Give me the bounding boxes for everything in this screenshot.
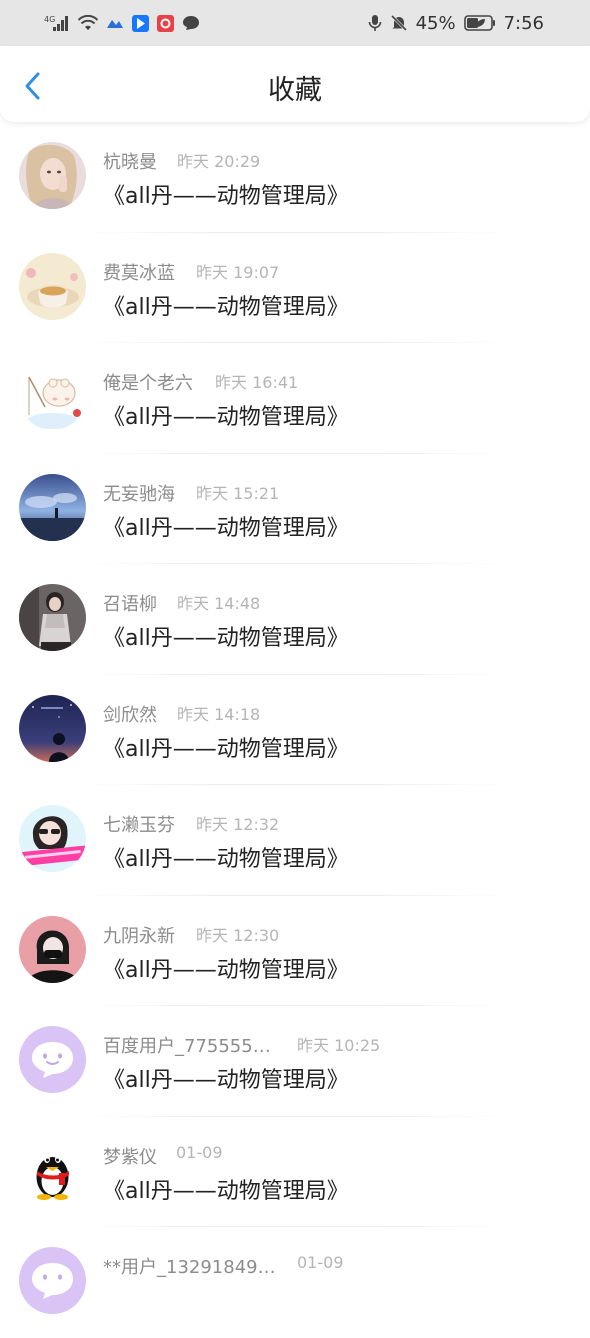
navigation-app-icon [132, 14, 149, 32]
favorite-item[interactable]: 九阴永新 昨天 12:30 《all丹——动物管理局》 [0, 896, 590, 1006]
avatar[interactable] [19, 142, 86, 209]
favorite-title[interactable]: 《all丹——动物管理局》 [103, 731, 349, 763]
timestamp: 昨天 14:48 [177, 594, 261, 613]
avatar[interactable] [19, 694, 86, 762]
favorite-title[interactable]: 《all丹——动物管理局》 [103, 1173, 349, 1205]
user-name[interactable]: 费莫冰蓝 [103, 259, 175, 285]
user-name[interactable]: 剑欣然 [103, 701, 157, 727]
avatar[interactable] [19, 252, 86, 320]
user-name[interactable]: 七濑玉芬 [103, 811, 175, 837]
favorite-item[interactable]: 无妄驰海 昨天 15:21 《all丹——动物管理局》 [0, 454, 590, 564]
chat-bubble-icon [182, 15, 200, 31]
favorite-item[interactable]: 杭晓曼 昨天 20:29 《all丹——动物管理局》 [0, 122, 590, 233]
battery-icon [463, 14, 496, 32]
favorites-list: 杭晓曼 昨天 20:29 《all丹——动物管理局》 费莫冰蓝 昨天 19:07… [0, 122, 590, 1338]
favorite-item[interactable]: **用户_13291849… 01-09 [0, 1227, 590, 1338]
user-name[interactable]: 召语柳 [103, 590, 157, 616]
favorite-item[interactable]: 召语柳 昨天 14:48 《all丹——动物管理局》 [0, 564, 590, 675]
user-name[interactable]: 梦紫仪 [103, 1143, 157, 1169]
timestamp: 昨天 15:21 [196, 483, 280, 503]
user-name[interactable]: 无妄驰海 [103, 480, 175, 506]
avatar[interactable] [19, 1026, 86, 1093]
timestamp: 昨天 14:18 [177, 704, 261, 724]
avatar[interactable] [19, 805, 86, 872]
timestamp: 昨天 10:25 [297, 1036, 381, 1055]
user-name[interactable]: 俺是个老六 [103, 369, 193, 395]
header-bar: 收藏 [0, 46, 590, 122]
status-left: 4G [44, 14, 200, 32]
favorite-item[interactable]: 费莫冰蓝 昨天 19:07 《all丹——动物管理局》 [0, 233, 590, 343]
status-bar: 4G 45% 7:56 [0, 0, 590, 46]
timestamp: 昨天 19:07 [196, 262, 280, 282]
avatar[interactable] [19, 1247, 86, 1314]
user-name[interactable]: **用户_13291849… [103, 1253, 276, 1279]
favorite-item[interactable]: 俺是个老六 昨天 16:41 《all丹——动物管理局》 [0, 343, 590, 454]
user-name[interactable]: 杭晓曼 [103, 148, 157, 174]
user-name[interactable]: 百度用户_775555… [103, 1032, 271, 1058]
mute-bell-icon [390, 14, 408, 32]
favorite-item[interactable]: 百度用户_775555… 昨天 10:25 《all丹——动物管理局》 [0, 1006, 590, 1117]
favorite-item[interactable]: 剑欣然 昨天 14:18 《all丹——动物管理局》 [0, 675, 590, 785]
network-type: 4G [44, 15, 55, 24]
favorite-title[interactable]: 《all丹——动物管理局》 [103, 510, 349, 542]
favorite-title[interactable]: 《all丹——动物管理局》 [103, 289, 349, 321]
cellular-signal-icon: 4G [44, 14, 70, 32]
timestamp: 昨天 20:29 [177, 152, 261, 171]
favorite-item[interactable]: 七濑玉芬 昨天 12:32 《all丹——动物管理局》 [0, 785, 590, 896]
avatar[interactable] [19, 915, 86, 983]
user-name[interactable]: 九阴永新 [103, 922, 175, 948]
favorite-title[interactable]: 《all丹——动物管理局》 [103, 620, 349, 652]
avatar[interactable] [19, 1136, 86, 1204]
page-title: 收藏 [268, 75, 322, 106]
timestamp: 01-09 [176, 1142, 223, 1162]
timestamp: 01-09 [297, 1253, 344, 1272]
favorite-title[interactable]: 《all丹——动物管理局》 [103, 178, 349, 210]
favorite-item[interactable]: 梦紫仪 01-09 《all丹——动物管理局》 [0, 1117, 590, 1227]
avatar[interactable] [19, 584, 86, 651]
timestamp: 昨天 12:32 [196, 815, 280, 834]
avatar[interactable] [19, 473, 86, 541]
app-notification-icon [106, 16, 124, 30]
favorite-title[interactable]: 《all丹——动物管理局》 [103, 1062, 349, 1094]
favorite-title[interactable]: 《all丹——动物管理局》 [103, 841, 349, 873]
timestamp: 昨天 16:41 [215, 373, 299, 392]
wifi-icon [78, 15, 98, 31]
battery-percent: 45% [415, 12, 456, 34]
microphone-icon [368, 14, 382, 32]
avatar[interactable] [19, 363, 86, 430]
app-badge-icon [157, 14, 174, 32]
favorite-title[interactable]: 《all丹——动物管理局》 [103, 399, 349, 431]
status-right: 45% 7:56 [368, 13, 544, 34]
timestamp: 昨天 12:30 [196, 925, 280, 945]
favorite-title[interactable]: 《all丹——动物管理局》 [103, 952, 349, 984]
clock: 7:56 [503, 12, 544, 34]
